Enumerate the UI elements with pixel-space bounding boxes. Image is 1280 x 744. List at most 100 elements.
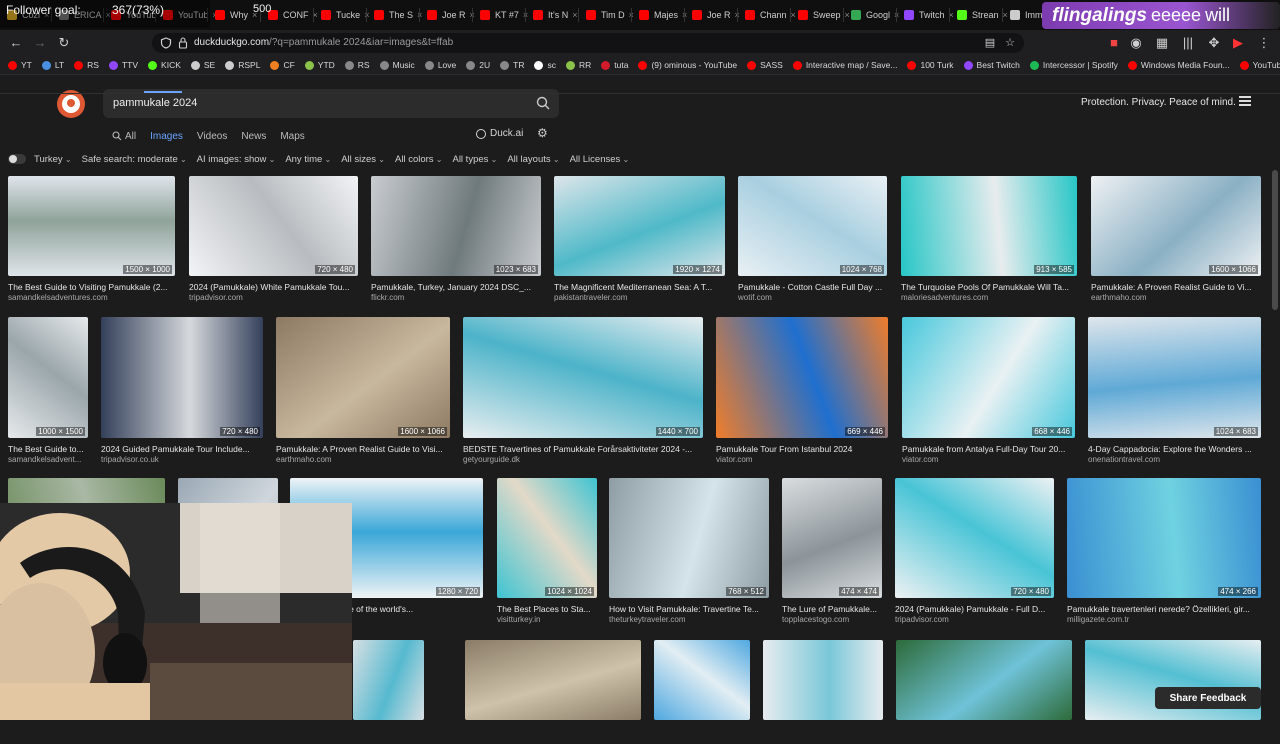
page-scrollbar[interactable] bbox=[1272, 170, 1278, 310]
image-result[interactable]: 1440 × 700 BEDSTE Travertines of Pamukkal… bbox=[463, 317, 703, 464]
browser-tab[interactable]: Chann × bbox=[738, 0, 796, 30]
result-thumbnail[interactable]: 669 × 446 bbox=[716, 317, 888, 438]
bookmark-item[interactable]: Love bbox=[424, 60, 456, 70]
bookmark-item[interactable]: LT bbox=[41, 60, 64, 70]
back-icon[interactable]: ← bbox=[8, 35, 24, 51]
result-title[interactable]: BEDSTE Travertines of Pamukkale Forårsak… bbox=[463, 444, 703, 454]
reader-view-icon[interactable]: ▤ bbox=[982, 35, 998, 51]
result-title[interactable]: How to Visit Pamukkale: Travertine Te... bbox=[609, 604, 769, 614]
bookmark-item[interactable]: RS bbox=[344, 60, 370, 70]
result-thumbnail[interactable]: 720 × 480 bbox=[101, 317, 263, 438]
bookmark-star-icon[interactable]: ☆ bbox=[1002, 35, 1018, 51]
tab-maps[interactable]: Maps bbox=[280, 131, 304, 142]
duck-ai-link[interactable]: Duck.ai bbox=[476, 128, 523, 139]
result-source[interactable]: wotif.com bbox=[738, 293, 887, 302]
filter-dropdown[interactable]: Any time bbox=[285, 154, 331, 165]
browser-tab[interactable]: KT #7× bbox=[473, 0, 528, 30]
result-title[interactable]: Pamukkale: A Proven Realist Guide to Vi.… bbox=[1091, 282, 1261, 292]
tab-videos[interactable]: Videos bbox=[197, 131, 227, 142]
result-thumbnail[interactable]: 474 × 266 bbox=[1067, 478, 1261, 598]
result-thumbnail[interactable]: 1600 × 1066 bbox=[276, 317, 450, 438]
puzzle-icon[interactable]: ✥ bbox=[1206, 35, 1222, 51]
result-title[interactable]: 4-Day Cappadocia: Explore the Wonders ..… bbox=[1088, 444, 1261, 454]
bookmark-item[interactable]: Interactive map / Save... bbox=[792, 60, 897, 70]
image-result[interactable]: 913 × 585 The Turquoise Pools Of Pamukkal… bbox=[901, 176, 1077, 302]
result-thumbnail[interactable]: 1024 × 768 bbox=[738, 176, 887, 276]
filter-dropdown[interactable]: All sizes bbox=[341, 154, 385, 165]
tab-close-icon[interactable]: × bbox=[572, 10, 577, 20]
library-icon[interactable]: ||| bbox=[1180, 35, 1196, 51]
region-toggle[interactable] bbox=[8, 154, 26, 164]
tab-news[interactable]: News bbox=[241, 131, 266, 142]
bookmark-item[interactable]: Best Twitch bbox=[963, 60, 1020, 70]
browser-tab[interactable]: The S× bbox=[367, 0, 422, 30]
bookmark-item[interactable]: Music bbox=[379, 60, 415, 70]
result-source[interactable]: visitturkey.in bbox=[497, 615, 597, 624]
browser-tab[interactable]: Majes× bbox=[632, 0, 687, 30]
image-result[interactable]: 474 × 474 The Lure of Pamukkale... topplac… bbox=[782, 478, 882, 624]
extension-badge-icon[interactable]: ■ bbox=[1106, 35, 1122, 51]
result-source[interactable]: theturkeytraveler.com bbox=[609, 615, 769, 624]
bookmark-item[interactable]: 100 Turk bbox=[907, 60, 954, 70]
lock-icon[interactable] bbox=[178, 37, 188, 49]
result-title[interactable]: The Best Places to Sta... bbox=[497, 604, 597, 614]
youtube-extension-icon[interactable]: ▶ bbox=[1230, 35, 1246, 51]
result-source[interactable]: milligazete.com.tr bbox=[1067, 615, 1261, 624]
bookmark-item[interactable]: RS bbox=[74, 60, 99, 70]
result-thumbnail[interactable]: 1023 × 683 bbox=[371, 176, 541, 276]
result-source[interactable]: earthmaho.com bbox=[1091, 293, 1261, 302]
result-title[interactable]: The Turquoise Pools Of Pamukkale Will Ta… bbox=[901, 282, 1077, 292]
filter-dropdown[interactable]: Turkey bbox=[34, 154, 72, 165]
result-title[interactable]: The Best Guide to Visiting Pamukkale (2.… bbox=[8, 282, 175, 292]
result-title[interactable]: Pamukkale, Turkey, January 2024 DSC_... bbox=[371, 282, 541, 292]
image-result[interactable]: 720 × 480 2024 (Pamukkale) Pamukkale - Fu… bbox=[895, 478, 1054, 624]
result-title[interactable]: The Magnificent Mediterranean Sea: A T..… bbox=[554, 282, 725, 292]
browser-tab[interactable]: Twitch × bbox=[897, 0, 954, 30]
result-source[interactable]: tripadvisor.com bbox=[189, 293, 358, 302]
filter-dropdown[interactable]: All Licenses bbox=[570, 154, 630, 165]
browser-tab[interactable]: Tim D× bbox=[579, 0, 634, 30]
image-result[interactable]: 1024 × 1024 The Best Places to Sta... visi… bbox=[497, 478, 597, 624]
extension-icon[interactable]: ▦ bbox=[1154, 35, 1170, 51]
browser-tab[interactable]: Strean × bbox=[950, 0, 1008, 30]
bookmark-item[interactable]: tuta bbox=[601, 60, 628, 70]
browser-tab[interactable]: It's N × bbox=[526, 0, 579, 30]
image-result[interactable]: 1600 × 1066 Pamukkale: A Proven Realist G… bbox=[1091, 176, 1261, 302]
result-source[interactable]: getyourguide.dk bbox=[463, 455, 703, 464]
filter-dropdown[interactable]: AI images: show bbox=[197, 154, 276, 165]
result-title[interactable]: Pamukkale Tour From Istanbul 2024 bbox=[716, 444, 888, 454]
image-result[interactable] bbox=[896, 640, 1072, 744]
bookmark-item[interactable]: (9) ominous - YouTube bbox=[638, 60, 737, 70]
menu-icon[interactable]: ⋮ bbox=[1256, 35, 1272, 51]
image-result[interactable] bbox=[353, 640, 424, 744]
bookmark-item[interactable]: KICK bbox=[148, 60, 181, 70]
bookmark-item[interactable]: YouTube Music bbox=[1239, 60, 1280, 70]
bookmark-item[interactable]: sc bbox=[534, 60, 556, 70]
result-thumbnail[interactable] bbox=[465, 640, 641, 720]
bookmark-item[interactable]: Intercessor | Spotify bbox=[1029, 60, 1118, 70]
result-thumbnail[interactable]: 768 × 512 bbox=[609, 478, 769, 598]
result-thumbnail[interactable] bbox=[763, 640, 883, 720]
image-result[interactable]: 720 × 480 2024 Guided Pamukkale Tour Incl… bbox=[101, 317, 263, 464]
bookmark-item[interactable]: Windows Media Foun... bbox=[1127, 60, 1230, 70]
bookmark-item[interactable]: YTD bbox=[304, 60, 335, 70]
address-bar[interactable]: duckduckgo.com/?q=pammukale 2024&iar=ima… bbox=[152, 33, 1024, 53]
share-feedback-button[interactable]: Share Feedback bbox=[1155, 687, 1261, 709]
image-result[interactable]: 1024 × 683 4-Day Cappadocia: Explore the … bbox=[1088, 317, 1261, 464]
image-result[interactable]: 1023 × 683 Pamukkale, Turkey, January 202… bbox=[371, 176, 541, 302]
result-thumbnail[interactable]: 720 × 480 bbox=[189, 176, 358, 276]
bookmark-item[interactable]: TTV bbox=[108, 60, 138, 70]
result-thumbnail[interactable]: 1600 × 1066 bbox=[1091, 176, 1261, 276]
result-source[interactable]: pakistantraveler.com bbox=[554, 293, 725, 302]
result-title[interactable]: The Best Guide to... bbox=[8, 444, 88, 454]
filter-dropdown[interactable]: All colors bbox=[395, 154, 442, 165]
browser-tab[interactable]: Joe R× bbox=[420, 0, 475, 30]
bookmark-item[interactable]: SE bbox=[190, 60, 215, 70]
image-result[interactable]: 1600 × 1066 Pamukkale: A Proven Realist G… bbox=[276, 317, 450, 464]
result-title[interactable]: Pamukkale from Antalya Full-Day Tour 20.… bbox=[902, 444, 1075, 454]
result-title[interactable]: Pamukkale travertenleri nerede? Özellikl… bbox=[1067, 604, 1261, 614]
result-source[interactable]: topplacestogo.com bbox=[782, 615, 882, 624]
result-title[interactable]: The Lure of Pamukkale... bbox=[782, 604, 882, 614]
settings-gear-icon[interactable]: ⚙ bbox=[537, 127, 549, 139]
filter-dropdown[interactable]: All types bbox=[452, 154, 497, 165]
